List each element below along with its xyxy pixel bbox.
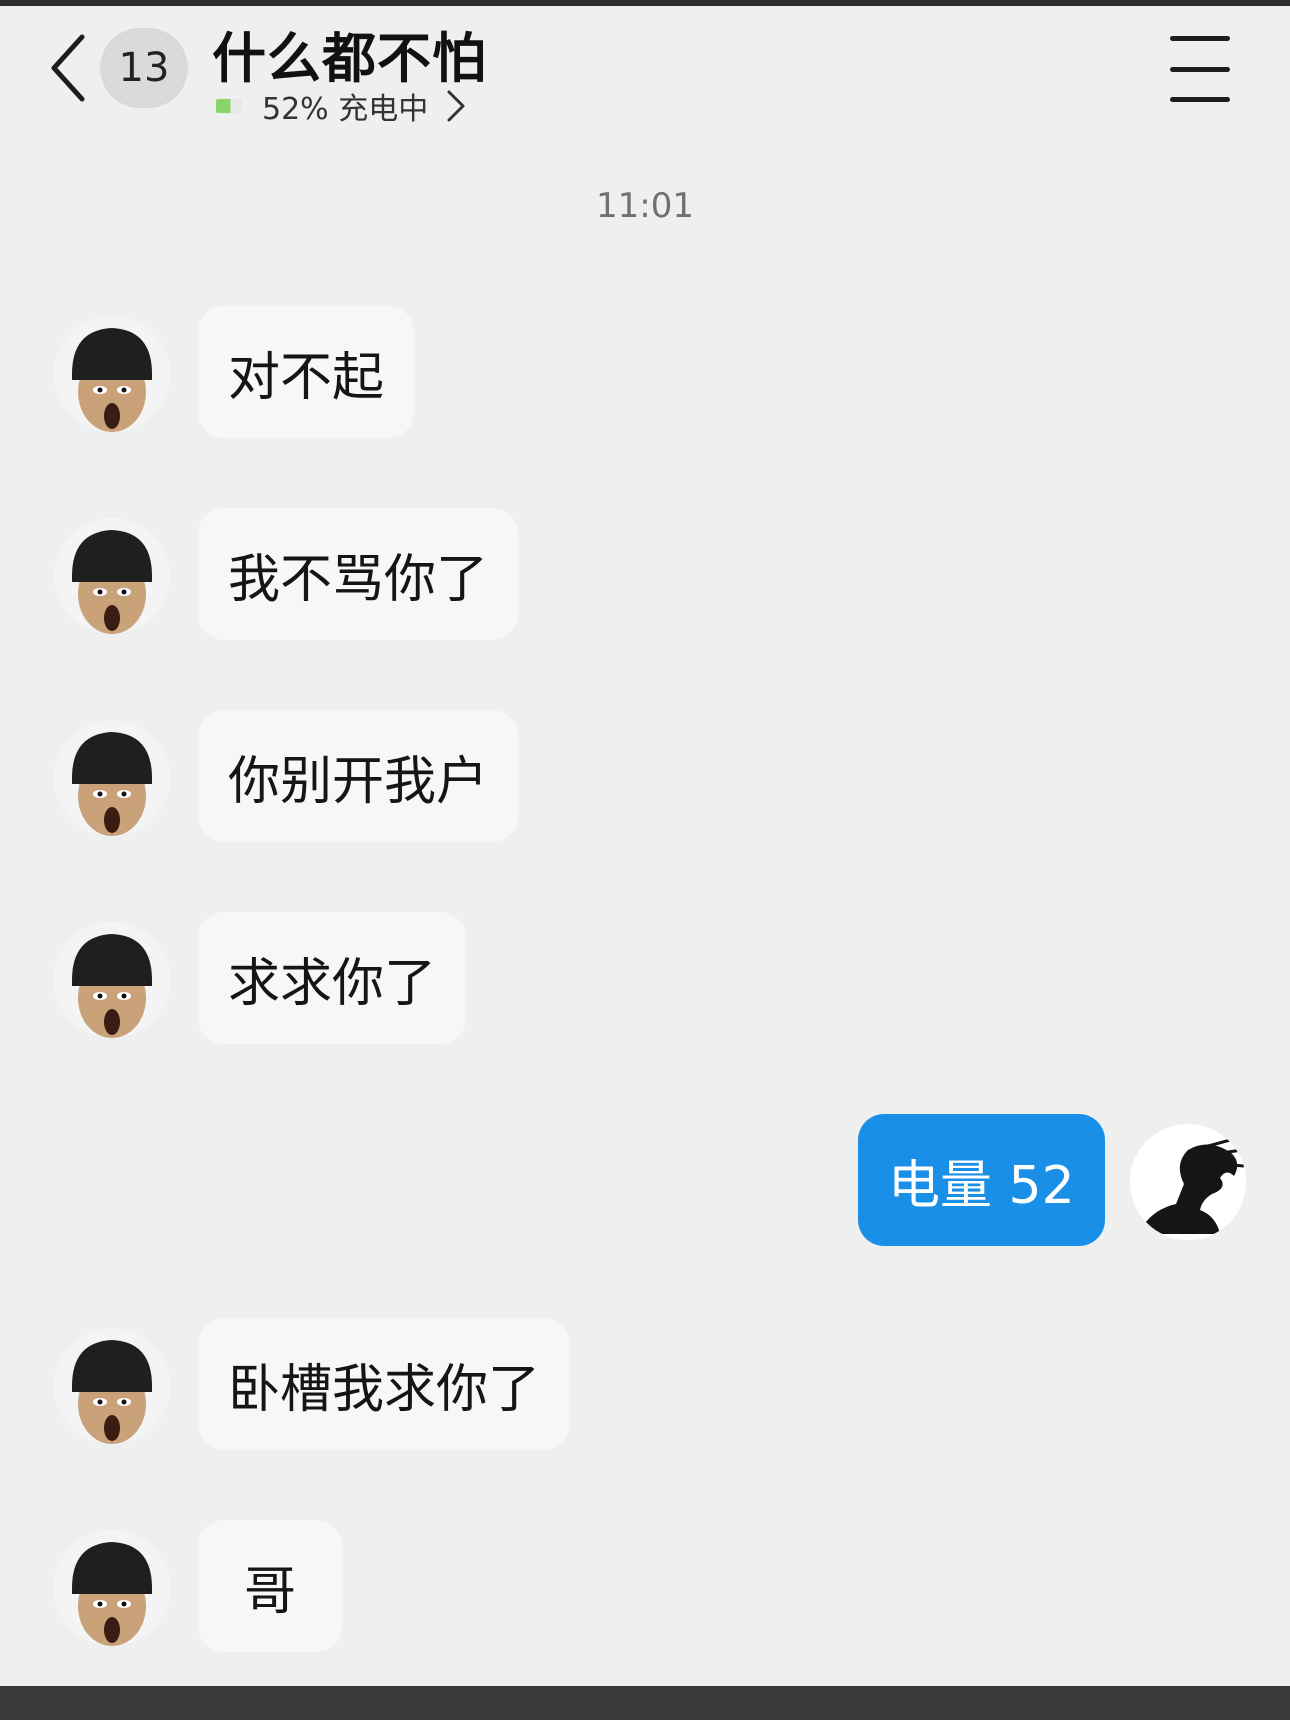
message-row: 我不骂你了 xyxy=(0,508,1290,648)
message-bubble[interactable]: 卧槽我求你了 xyxy=(198,1318,571,1450)
back-button[interactable] xyxy=(40,28,96,108)
message-row: 卧槽我求你了 xyxy=(0,1318,1290,1458)
battery-icon xyxy=(216,99,242,113)
helmet-cartoon-avatar-icon xyxy=(54,1328,170,1444)
contact-avatar[interactable] xyxy=(54,922,170,1038)
user-avatar[interactable] xyxy=(1130,1124,1246,1240)
bottom-edge xyxy=(0,1686,1290,1720)
contact-avatar[interactable] xyxy=(54,1530,170,1646)
status-text: 52% 充电中 xyxy=(262,92,429,127)
helmet-cartoon-avatar-icon xyxy=(54,518,170,634)
helmet-cartoon-avatar-icon xyxy=(54,1530,170,1646)
chevron-left-icon xyxy=(51,34,85,102)
message-bubble[interactable]: 你别开我户 xyxy=(198,710,519,842)
message-bubble[interactable]: 对不起 xyxy=(198,306,415,438)
chevron-right-icon xyxy=(446,89,466,123)
sent-message-bubble[interactable]: 电量 52 xyxy=(858,1114,1105,1246)
message-bubble[interactable]: 我不骂你了 xyxy=(198,508,519,640)
helmet-cartoon-avatar-icon xyxy=(54,316,170,432)
helmet-cartoon-avatar-icon xyxy=(54,922,170,1038)
contact-status[interactable]: 52% 充电中 xyxy=(216,84,466,128)
silhouette-avatar-icon xyxy=(1130,1124,1246,1240)
chat-header: 13 什么都不怕 52% 充电中 xyxy=(0,6,1290,136)
contact-avatar[interactable] xyxy=(54,316,170,432)
chat-title: 什么都不怕 xyxy=(212,27,487,90)
message-row: 你别开我户 xyxy=(0,710,1290,850)
hamburger-menu-icon xyxy=(1170,36,1230,41)
message-bubble[interactable]: 哥 xyxy=(198,1520,343,1652)
contact-avatar[interactable] xyxy=(54,518,170,634)
message-row: 对不起 xyxy=(0,306,1290,446)
helmet-cartoon-avatar-icon xyxy=(54,720,170,836)
message-row: 哥 xyxy=(0,1520,1290,1660)
menu-button[interactable] xyxy=(1162,36,1238,102)
contact-avatar[interactable] xyxy=(54,720,170,836)
message-row: 求求你了 xyxy=(0,912,1290,1052)
unread-count-badge[interactable]: 13 xyxy=(100,28,188,108)
message-bubble[interactable]: 求求你了 xyxy=(198,912,467,1044)
message-timestamp: 11:01 xyxy=(596,186,694,226)
message-row-sent: 电量 52 xyxy=(0,1114,1290,1254)
contact-avatar[interactable] xyxy=(54,1328,170,1444)
